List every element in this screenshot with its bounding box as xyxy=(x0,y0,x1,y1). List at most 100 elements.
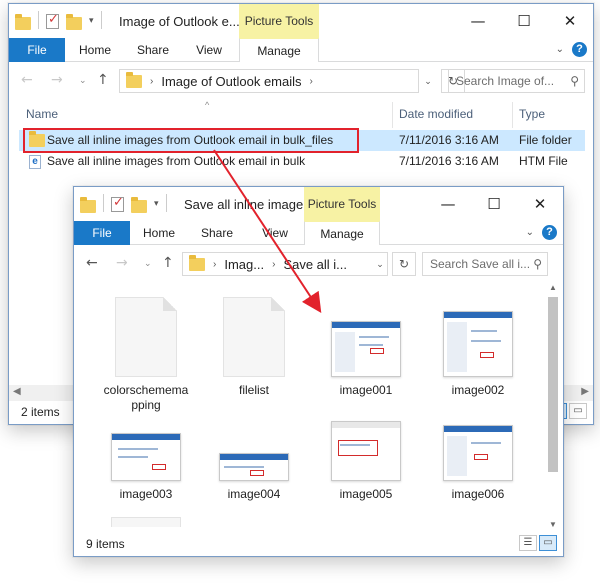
forward-arrow-icon[interactable]: → xyxy=(116,255,128,271)
properties-icon[interactable] xyxy=(46,12,59,29)
column-date-modified[interactable]: Date modified xyxy=(399,107,473,121)
file-tile[interactable]: image001 xyxy=(314,295,418,398)
tab-manage[interactable]: Manage xyxy=(304,221,380,245)
scroll-thumb[interactable] xyxy=(548,297,558,472)
separator xyxy=(100,11,102,29)
help-icon[interactable]: ? xyxy=(542,225,557,240)
column-divider[interactable] xyxy=(392,102,393,128)
chevron-right-icon[interactable]: › xyxy=(310,76,313,87)
file-type: File folder xyxy=(519,133,572,147)
window-controls: — ☐ ✕ xyxy=(455,4,593,38)
file-tile[interactable]: colorschememapping xyxy=(94,295,198,413)
large-icons-view-icon[interactable]: ▭ xyxy=(569,403,587,419)
help-icon[interactable]: ? xyxy=(572,42,587,57)
address-bar[interactable]: › Image of Outlook emails › xyxy=(119,69,419,93)
view-toggle-group: ☰ ▭ xyxy=(519,535,557,551)
minimize-button[interactable]: — xyxy=(455,4,501,38)
separator xyxy=(38,11,39,29)
quick-access-toolbar: ▾ xyxy=(80,194,167,213)
file-label: image006 xyxy=(451,487,505,501)
properties-icon[interactable] xyxy=(111,195,124,212)
image-thumbnail xyxy=(331,321,401,377)
column-divider[interactable] xyxy=(512,102,513,128)
breadcrumb-item[interactable]: Save all i... xyxy=(283,257,347,272)
new-folder-icon[interactable] xyxy=(66,13,82,30)
search-input[interactable]: Search Save all i... ⚲ xyxy=(422,252,548,276)
window-controls: — ☐ ✕ xyxy=(425,187,563,221)
tab-file[interactable]: File xyxy=(9,38,65,62)
chevron-right-icon: › xyxy=(150,75,154,87)
tab-view[interactable]: View xyxy=(181,38,237,62)
tab-home[interactable]: Home xyxy=(65,38,125,62)
expand-ribbon-icon[interactable]: ⌄ xyxy=(556,44,564,55)
customize-toolbar-icon[interactable]: ▾ xyxy=(89,15,94,26)
tab-share[interactable]: Share xyxy=(125,38,181,62)
address-bar[interactable]: › Imag... › Save all i... xyxy=(182,252,388,276)
up-arrow-icon[interactable]: ↑ xyxy=(162,255,174,271)
tab-file[interactable]: File xyxy=(74,221,130,245)
file-tile[interactable]: image006 xyxy=(426,419,530,502)
column-type[interactable]: Type xyxy=(519,107,545,121)
close-button[interactable]: ✕ xyxy=(547,4,593,38)
separator xyxy=(103,194,104,212)
scroll-right-icon[interactable]: ▶ xyxy=(581,386,589,397)
address-dropdown-icon[interactable]: ⌄ xyxy=(370,252,390,276)
address-dropdown-icon[interactable]: ⌄ xyxy=(418,69,438,93)
details-view-icon[interactable]: ☰ xyxy=(519,535,537,551)
maximize-button[interactable]: ☐ xyxy=(471,187,517,221)
large-icons-view-icon[interactable]: ▭ xyxy=(539,535,557,551)
refresh-icon[interactable]: ↻ xyxy=(392,252,416,276)
folder-icon xyxy=(15,13,31,30)
scroll-up-icon[interactable]: ▲ xyxy=(549,283,557,292)
file-tile[interactable]: image002 xyxy=(426,295,530,398)
folder-icon xyxy=(189,254,205,271)
ribbon-tabs: File Home Share View Manage ⌄ ? xyxy=(74,221,563,245)
file-label: image005 xyxy=(339,487,393,501)
document-icon xyxy=(111,517,181,527)
scroll-left-icon[interactable]: ◀ xyxy=(13,386,21,397)
breadcrumb-item[interactable]: Image of Outlook emails xyxy=(161,74,301,89)
file-date: 7/11/2016 3:16 AM xyxy=(399,154,499,168)
search-icon[interactable]: ⚲ xyxy=(570,70,579,92)
image-thumbnail xyxy=(331,421,401,481)
tab-share[interactable]: Share xyxy=(188,221,246,245)
ribbon-right-controls: ⌄ ? xyxy=(526,225,557,240)
expand-ribbon-icon[interactable]: ⌄ xyxy=(526,227,534,238)
search-input[interactable]: Search Image of... ⚲ xyxy=(448,69,585,93)
scroll-down-icon[interactable]: ▼ xyxy=(549,520,557,529)
minimize-button[interactable]: — xyxy=(425,187,471,221)
chevron-right-icon: › xyxy=(272,258,276,270)
file-label: filelist xyxy=(238,383,269,397)
back-arrow-icon[interactable]: ← xyxy=(21,72,33,88)
new-folder-icon[interactable] xyxy=(131,196,147,213)
document-icon xyxy=(223,297,285,377)
back-arrow-icon[interactable]: ← xyxy=(86,255,98,271)
file-label: image002 xyxy=(451,383,505,397)
file-tile[interactable]: image004 xyxy=(202,419,306,502)
close-button[interactable]: ✕ xyxy=(517,187,563,221)
vertical-scrollbar[interactable]: ▲ ▼ xyxy=(547,283,559,529)
file-tile[interactable] xyxy=(94,517,198,527)
htm-file-icon: e xyxy=(29,155,41,169)
forward-arrow-icon[interactable]: → xyxy=(51,72,63,88)
breadcrumb-item[interactable]: Imag... xyxy=(224,257,264,272)
navigation-bar: ← → ⌄ ↑ › Imag... › Save all i... ⌄ ↻ Se… xyxy=(74,245,563,285)
customize-toolbar-icon[interactable]: ▾ xyxy=(154,198,159,209)
tab-home[interactable]: Home xyxy=(130,221,188,245)
column-name[interactable]: Name xyxy=(26,107,58,121)
tab-view[interactable]: View xyxy=(246,221,304,245)
file-row[interactable]: e Save all inline images from Outlook em… xyxy=(19,151,585,172)
search-icon[interactable]: ⚲ xyxy=(533,253,542,275)
up-arrow-icon[interactable]: ↑ xyxy=(97,72,109,88)
sort-caret-icon: ^ xyxy=(205,100,210,110)
tab-manage[interactable]: Manage xyxy=(239,38,319,62)
status-bar: 9 items ☰ ▭ xyxy=(74,532,563,556)
file-tile[interactable]: image003 xyxy=(94,419,198,502)
picture-tools-label: Picture Tools xyxy=(304,187,380,221)
file-tile[interactable]: filelist xyxy=(202,295,306,398)
recent-locations-icon[interactable]: ⌄ xyxy=(79,76,87,86)
separator xyxy=(165,194,167,212)
maximize-button[interactable]: ☐ xyxy=(501,4,547,38)
recent-locations-icon[interactable]: ⌄ xyxy=(144,259,152,269)
file-tile[interactable]: image005 xyxy=(314,419,418,502)
